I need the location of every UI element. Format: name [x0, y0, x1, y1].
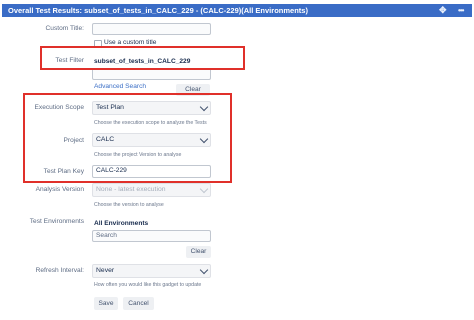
- gadget-header: Overall Test Results: subset_of_tests_in…: [2, 4, 472, 17]
- refresh-interval-help: How often you would like this gadget to …: [94, 282, 202, 288]
- test-environments-search-input[interactable]: Search: [92, 230, 211, 242]
- analysis-version-label: Analysis Version: [35, 186, 84, 193]
- custom-title-input[interactable]: [92, 23, 211, 35]
- use-custom-title-label: Use a custom title: [104, 39, 157, 46]
- test-filter-highlight: [40, 46, 245, 70]
- move-icon[interactable]: ✥: [439, 4, 447, 17]
- test-environments-value: All Environments: [94, 220, 149, 227]
- analysis-version-help: Choose the version to analyse: [94, 202, 164, 208]
- chevron-down-icon: [199, 184, 209, 194]
- analysis-version-select[interactable]: None - latest execution: [92, 183, 211, 197]
- save-button[interactable]: Save: [94, 297, 118, 310]
- refresh-interval-label: Refresh Interval:: [35, 267, 84, 274]
- gadget-title: Overall Test Results: subset_of_tests_in…: [8, 6, 308, 15]
- cancel-button[interactable]: Cancel: [123, 297, 154, 310]
- refresh-interval-select[interactable]: Never: [92, 264, 211, 278]
- analysis-version-value: None - latest execution: [96, 186, 166, 193]
- chevron-down-icon: [199, 265, 209, 275]
- test-environments-clear-button[interactable]: Clear: [186, 246, 211, 258]
- refresh-interval-value: Never: [96, 267, 115, 274]
- advanced-search-link[interactable]: Advanced Search: [94, 83, 146, 90]
- test-environments-label: Test Environments: [29, 218, 84, 225]
- gadget-config-panel: Overall Test Results: subset_of_tests_in…: [0, 0, 474, 320]
- more-options-icon[interactable]: •••: [458, 4, 464, 17]
- custom-title-label: Custom Title:: [45, 25, 84, 32]
- scope-project-key-highlight: [23, 93, 232, 183]
